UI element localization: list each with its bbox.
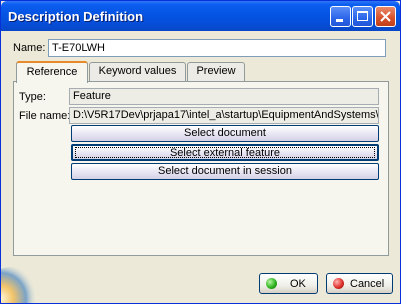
catia-corner-logo-icon xyxy=(1,267,37,303)
close-icon xyxy=(380,11,391,22)
tab-keyword-values[interactable]: Keyword values xyxy=(89,62,186,82)
minimize-icon xyxy=(336,19,343,22)
file-name-label: File name: xyxy=(19,110,71,122)
select-document-button[interactable]: Select document xyxy=(71,125,379,142)
select-external-feature-button[interactable]: Select external feature xyxy=(71,144,379,161)
select-document-in-session-button[interactable]: Select document in session xyxy=(71,163,379,180)
cancel-label: Cancel xyxy=(350,278,385,290)
dialog-window: Description Definition Name: T-E70LWH Re… xyxy=(0,0,401,304)
red-circle-icon xyxy=(333,278,344,289)
tab-preview[interactable]: Preview xyxy=(187,62,245,82)
type-label: Type: xyxy=(19,91,46,103)
close-button[interactable] xyxy=(375,6,396,27)
cancel-button[interactable]: Cancel xyxy=(326,273,393,294)
maximize-icon xyxy=(357,11,368,21)
file-name-field: D:\V5R17Dev\prjapa17\intel_a\startup\Equ… xyxy=(69,107,379,124)
name-input[interactable]: T-E70LWH xyxy=(48,39,386,57)
title-bar[interactable]: Description Definition xyxy=(1,1,400,31)
minimize-button[interactable] xyxy=(330,6,351,27)
window-title: Description Definition xyxy=(8,9,144,24)
tab-reference[interactable]: Reference xyxy=(16,61,88,83)
ok-button[interactable]: OK xyxy=(259,273,318,294)
maximize-button[interactable] xyxy=(352,6,373,27)
focus-rectangle xyxy=(75,147,375,158)
type-field: Feature xyxy=(69,88,379,105)
ok-label: OK xyxy=(290,278,306,290)
name-label: Name: xyxy=(13,42,46,54)
green-circle-icon xyxy=(266,278,277,289)
